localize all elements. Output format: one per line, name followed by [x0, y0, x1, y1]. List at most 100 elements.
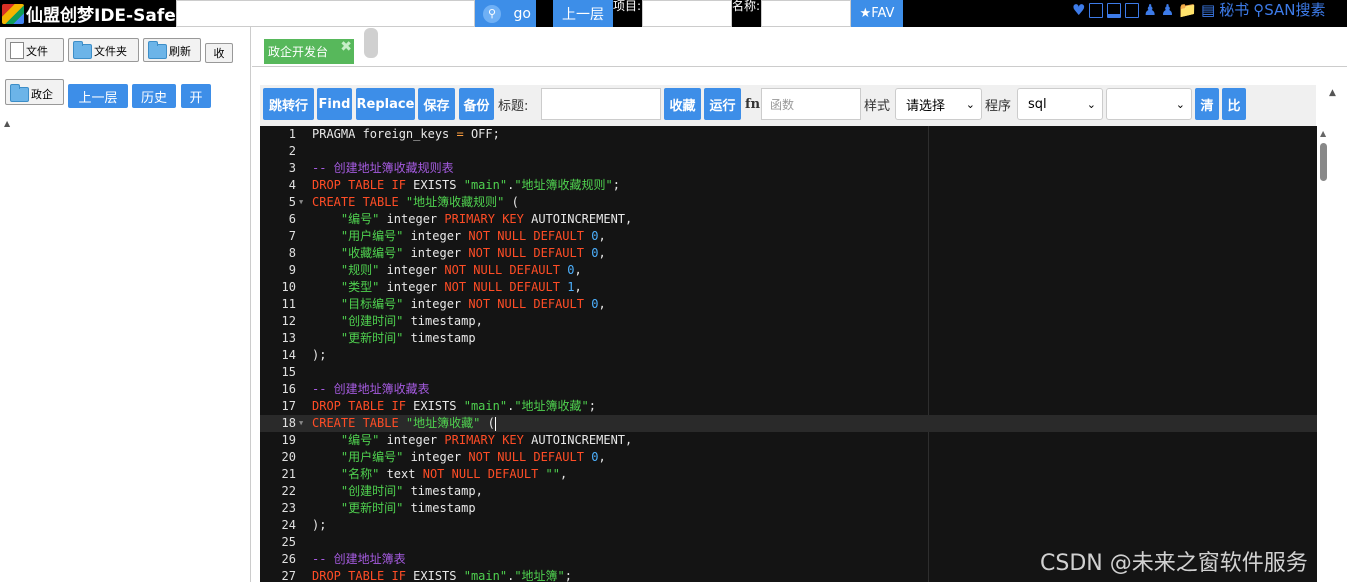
- run-button[interactable]: 运行: [704, 88, 741, 120]
- app-logo[interactable]: 仙盟创梦IDE-Safe: [0, 0, 176, 27]
- name-input[interactable]: [761, 0, 851, 27]
- project-input[interactable]: [642, 0, 732, 27]
- code-line[interactable]: 24);: [260, 517, 1317, 534]
- panel-icon[interactable]: [1125, 2, 1140, 18]
- code-token: "规则": [340, 263, 380, 277]
- code-editor[interactable]: 1 PRAGMA foreign_keys = OFF; 2 3 -- 创建地址簿收藏规…: [260, 126, 1317, 582]
- compare-button[interactable]: 比: [1222, 88, 1246, 120]
- code-line[interactable]: 10 "类型" integer NOT NULL DEFAULT 1,: [260, 279, 1317, 296]
- code-text: "编号" integer PRIMARY KEY AUTOINCREMENT,: [312, 211, 632, 228]
- code-line[interactable]: 11 "目标编号" integer NOT NULL DEFAULT 0,: [260, 296, 1317, 313]
- code-text: -- 创建地址簿收藏规则表: [312, 160, 454, 177]
- left-up-level-button[interactable]: 上一层: [68, 84, 128, 108]
- title-input[interactable]: [541, 88, 661, 120]
- code-token: -- 创建地址簿收藏表: [312, 382, 430, 396]
- code-token: timestamp: [403, 501, 476, 515]
- code-line[interactable]: 12 "创建时间" timestamp,: [260, 313, 1317, 330]
- code-line[interactable]: 6 "编号" integer PRIMARY KEY AUTOINCREMENT…: [260, 211, 1317, 228]
- chevron-down-icon: ⌄: [1175, 97, 1185, 111]
- code-line[interactable]: 14);: [260, 347, 1317, 364]
- extra-select[interactable]: ⌄: [1106, 88, 1192, 120]
- code-line[interactable]: 23 "更新时间" timestamp: [260, 500, 1317, 517]
- function-input[interactable]: 函数: [761, 88, 861, 120]
- fold-icon[interactable]: ▼: [299, 194, 303, 211]
- code-line[interactable]: 2: [260, 143, 1317, 160]
- save-button[interactable]: 保存: [418, 88, 455, 120]
- fold-icon[interactable]: ▼: [299, 415, 303, 432]
- line-number: 14: [281, 348, 296, 362]
- san-search-link[interactable]: SAN搜素: [1264, 1, 1325, 19]
- new-folder-button[interactable]: 文件夹: [68, 38, 139, 62]
- code-token: DROP TABLE IF: [312, 178, 414, 192]
- user-alt-icon[interactable]: ♟: [1161, 1, 1174, 19]
- code-line[interactable]: 4 DROP TABLE IF EXISTS "main"."地址簿收藏规则";: [260, 177, 1317, 194]
- gov-folder-button[interactable]: 政企: [5, 79, 64, 105]
- code-line[interactable]: 18 ▼ CREATE TABLE "地址簿收藏" (: [260, 415, 1317, 432]
- code-line[interactable]: 16 -- 创建地址簿收藏表: [260, 381, 1317, 398]
- code-line[interactable]: 19 "编号" integer PRIMARY KEY AUTOINCREMEN…: [260, 432, 1317, 449]
- code-token: "用户编号": [340, 450, 404, 464]
- line-number: 20: [281, 450, 296, 464]
- panel-bottom-icon[interactable]: [1107, 2, 1122, 18]
- code-line[interactable]: 8 "收藏编号" integer NOT NULL DEFAULT 0,: [260, 245, 1317, 262]
- code-line[interactable]: 7 "用户编号" integer NOT NULL DEFAULT 0,: [260, 228, 1317, 245]
- code-line[interactable]: 9 "规则" integer NOT NULL DEFAULT 0,: [260, 262, 1317, 279]
- san-search-icon[interactable]: ⚲: [1253, 1, 1264, 19]
- code-token: integer: [403, 229, 469, 243]
- code-line[interactable]: 22 "创建时间" timestamp,: [260, 483, 1317, 500]
- top-bar: 仙盟创梦IDE-Safe ⚲ go 上一层 项目: 名称: ★FAV ♥ ♟ ♟…: [0, 0, 1347, 27]
- secretary-link[interactable]: 秘书: [1219, 1, 1249, 19]
- code-token: timestamp,: [403, 314, 483, 328]
- fav-button[interactable]: ★FAV: [851, 0, 903, 27]
- code-line[interactable]: 17 DROP TABLE IF EXISTS "main"."地址簿收藏";: [260, 398, 1317, 415]
- program-select[interactable]: sql ⌄: [1017, 88, 1103, 120]
- collect-button[interactable]: 收藏: [664, 88, 701, 120]
- scroll-up-icon[interactable]: ▲: [1320, 129, 1326, 138]
- user-icon[interactable]: ♟: [1143, 1, 1156, 19]
- tab-gov-dev[interactable]: 政企开发台 ✖: [264, 39, 354, 64]
- code-line[interactable]: 20 "用户编号" integer NOT NULL DEFAULT 0,: [260, 449, 1317, 466]
- code-line[interactable]: 21 "名称" text NOT NULL DEFAULT "",: [260, 466, 1317, 483]
- code-text: -- 创建地址簿表: [312, 551, 406, 568]
- replace-button[interactable]: Replace: [356, 88, 415, 120]
- code-token: "main": [463, 569, 508, 582]
- code-line[interactable]: 15: [260, 364, 1317, 381]
- code-token: -- 创建地址簿表: [312, 552, 406, 566]
- page-scroll-up-icon[interactable]: ▲: [1329, 88, 1336, 98]
- scroll-up-icon[interactable]: ▲: [4, 119, 10, 128]
- clear-button[interactable]: 清: [1195, 88, 1219, 120]
- briefcase-icon[interactable]: ▤: [1201, 1, 1215, 19]
- goto-line-button[interactable]: 跳转行: [263, 88, 314, 120]
- up-level-button[interactable]: 上一层: [553, 0, 613, 27]
- folder-icon[interactable]: 📁: [1178, 1, 1197, 19]
- tab-scrollbar[interactable]: [364, 28, 378, 58]
- editor-scrollbar[interactable]: ▲: [1317, 126, 1347, 582]
- code-line[interactable]: 5 ▼ CREATE TABLE "地址簿收藏规则" (: [260, 194, 1317, 211]
- file-icon: [10, 42, 24, 59]
- go-button[interactable]: ⚲ go: [475, 0, 536, 27]
- style-select[interactable]: 请选择 ⌄: [895, 88, 982, 120]
- panel-left-icon[interactable]: [1089, 2, 1104, 18]
- open-button[interactable]: 开: [181, 84, 211, 108]
- code-text: DROP TABLE IF EXISTS "main"."地址簿收藏规则";: [312, 177, 620, 194]
- code-token: ,: [560, 467, 568, 481]
- find-button[interactable]: Find: [317, 88, 352, 120]
- line-number: 22: [281, 484, 296, 498]
- code-line[interactable]: 13 "更新时间" timestamp: [260, 330, 1317, 347]
- refresh-button[interactable]: 刷新: [143, 38, 201, 62]
- code-token: "收藏编号": [340, 246, 404, 260]
- program-value: sql: [1028, 96, 1047, 112]
- scroll-thumb[interactable]: [1320, 143, 1327, 181]
- code-line[interactable]: 3 -- 创建地址簿收藏规则表: [260, 160, 1317, 177]
- collapse-button[interactable]: 收: [205, 43, 233, 63]
- path-input[interactable]: [176, 0, 475, 27]
- close-icon[interactable]: ✖: [340, 39, 352, 55]
- backup-button[interactable]: 备份: [459, 88, 494, 120]
- code-token: timestamp,: [403, 484, 483, 498]
- code-line[interactable]: 1 PRAGMA foreign_keys = OFF;: [260, 126, 1317, 143]
- heart-icon[interactable]: ♥: [1072, 1, 1085, 19]
- new-file-button[interactable]: 文件: [5, 38, 64, 62]
- history-button[interactable]: 历史: [132, 84, 176, 108]
